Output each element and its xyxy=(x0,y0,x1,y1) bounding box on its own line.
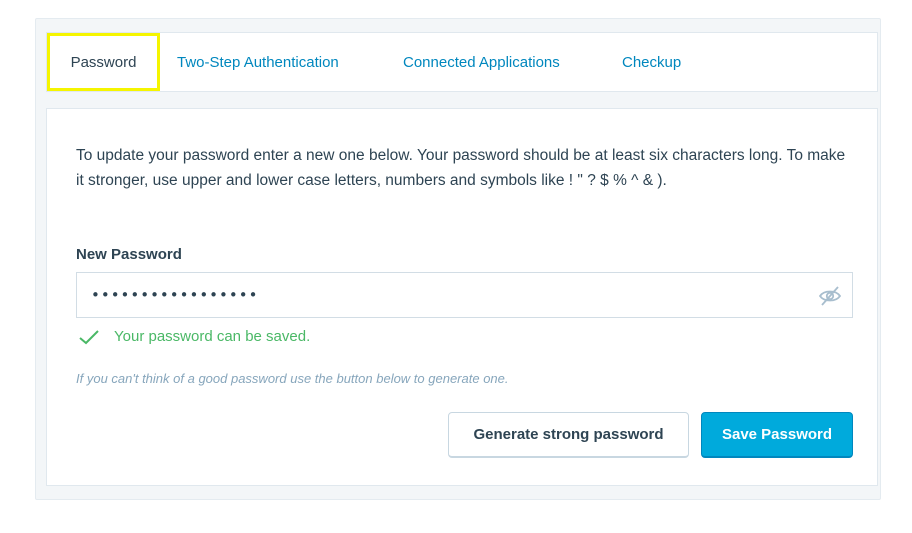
new-password-label: New Password xyxy=(76,246,182,263)
tab-connected-applications[interactable]: Connected Applications xyxy=(403,33,560,91)
eye-hidden-icon[interactable] xyxy=(818,285,842,307)
new-password-field xyxy=(76,272,853,318)
validation-text: Your password can be saved. xyxy=(114,328,311,345)
password-instructions: To update your password enter a new one … xyxy=(76,147,846,189)
tab-two-step-authentication[interactable]: Two-Step Authentication xyxy=(177,33,339,91)
save-password-button[interactable]: Save Password xyxy=(701,412,853,458)
password-card: To update your password enter a new one … xyxy=(46,108,878,486)
tab-password[interactable]: Password xyxy=(47,33,160,91)
new-password-input[interactable] xyxy=(77,273,797,317)
validation-message: Your password can be saved. xyxy=(78,328,310,345)
generate-strong-password-button[interactable]: Generate strong password xyxy=(448,412,689,458)
checkmark-icon xyxy=(79,329,99,344)
password-hint: If you can't think of a good password us… xyxy=(76,371,509,386)
tab-checkup[interactable]: Checkup xyxy=(622,33,681,91)
security-tabs: Password Two-Step Authentication Connect… xyxy=(46,32,878,92)
